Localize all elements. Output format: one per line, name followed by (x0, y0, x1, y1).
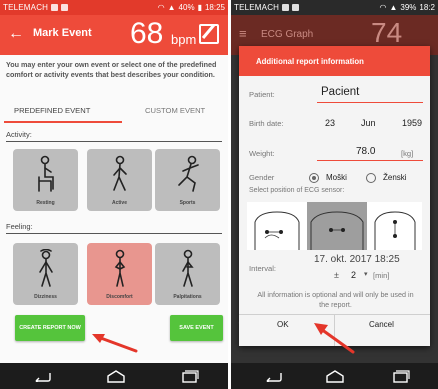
intro-text: You may enter your own event or select o… (6, 60, 217, 79)
tab-predefined-event[interactable]: PREDEFINED EVENT (14, 106, 90, 115)
running-figure-icon (178, 155, 199, 192)
birth-year-field[interactable]: 1959 (402, 118, 422, 128)
sensor-position-option-2[interactable] (307, 202, 367, 250)
page-title: ECG Graph (261, 29, 314, 40)
page-title: Mark Event (33, 27, 92, 39)
palpitations-figure-icon (182, 249, 194, 287)
activity-resting-tile[interactable]: Resting (13, 149, 78, 211)
activity-active-label: Active (111, 200, 127, 206)
nav-recents-icon[interactable] (180, 370, 200, 383)
nav-back-icon[interactable] (264, 370, 284, 382)
sitting-figure-icon (38, 155, 54, 192)
heart-rate-unit: bpm (171, 32, 197, 47)
app-bar: ← Mark Event 68 bpm (0, 15, 228, 55)
media-notification-icon (61, 4, 69, 11)
edit-icon[interactable] (199, 24, 219, 44)
interval-plus-minus: ± (334, 270, 339, 280)
interval-value[interactable]: 2 (351, 270, 356, 280)
dizzy-figure-icon (39, 249, 53, 287)
signal-icon: ▲ (389, 3, 398, 12)
event-tabs: PREDEFINED EVENT CUSTOM EVENT (0, 98, 228, 124)
feeling-dizziness-label: Dizziness (34, 294, 57, 300)
sensor-position-option-3[interactable] (367, 202, 422, 250)
create-report-button[interactable]: CREATE REPORT NOW (15, 315, 85, 341)
carrier-label: TELEMACH (234, 3, 280, 12)
menu-icon[interactable]: ≡ (239, 26, 247, 41)
nav-back-icon[interactable] (33, 370, 53, 382)
report-info-dialog: Additional report information Patient: P… (239, 46, 430, 346)
gender-female-radio[interactable] (366, 173, 376, 183)
optional-info-note: All information is optional and will onl… (257, 290, 414, 309)
cancel-button[interactable]: Cancel (369, 320, 394, 329)
nav-recents-icon[interactable] (391, 370, 411, 383)
navigation-bar (0, 363, 228, 389)
weight-label: Weight: (249, 149, 275, 158)
weight-input[interactable]: 78.0 (356, 146, 375, 157)
birth-date-label: Birth date: (249, 119, 284, 128)
interval-label: Interval: (249, 264, 277, 273)
feeling-divider (6, 233, 222, 234)
patient-underline (317, 102, 423, 103)
interval-dropdown-icon[interactable]: ▾ (364, 270, 368, 278)
heart-rate-value: 68 (130, 17, 164, 50)
heart-rate-value: 74 (371, 17, 403, 48)
mark-event-screen: TELEMACH ◠ ▲ 40% ▮ 18:25 ← Mark Event 68… (0, 0, 228, 389)
activity-divider (6, 141, 222, 142)
birth-day-field[interactable]: 23 (325, 118, 335, 128)
nav-home-icon[interactable] (325, 370, 345, 383)
battery-percent: 40% (178, 3, 195, 12)
gender-male-radio[interactable] (309, 173, 319, 183)
status-bar: TELEMACH ◠ ▲ 40% ▮ 18:25 (0, 0, 228, 15)
dialog-title: Additional report information (239, 46, 430, 76)
active-tab-indicator (4, 121, 122, 123)
activity-sports-tile[interactable]: Sports (155, 149, 220, 211)
feeling-discomfort-label: Discomfort (106, 294, 133, 300)
interval-unit: [min] (373, 271, 390, 280)
nav-home-icon[interactable] (106, 370, 126, 383)
discomfort-figure-icon (114, 249, 126, 287)
feeling-dizziness-tile[interactable]: Dizziness (13, 243, 78, 305)
image-notification-icon (282, 4, 290, 11)
image-notification-icon (51, 4, 59, 11)
wifi-icon: ◠ (157, 3, 165, 12)
activity-active-tile[interactable]: Active (87, 149, 152, 211)
patient-label: Patient: (249, 90, 275, 99)
feeling-palpitations-label: Palpitations (173, 294, 202, 300)
weight-underline (317, 160, 423, 161)
feeling-palpitations-tile[interactable]: Palpitations (155, 243, 220, 305)
ecg-graph-screen: TELEMACH ◠ ▲ 39% 18:2 ≡ ECG Graph 74 012… (231, 0, 438, 389)
status-bar: TELEMACH ◠ ▲ 39% 18:2 (231, 0, 438, 15)
interval-datetime[interactable]: 17. okt. 2017 18:25 (314, 254, 400, 265)
patient-input[interactable]: Pacient (321, 86, 359, 98)
feeling-heading: Feeling: (6, 222, 33, 231)
save-event-button[interactable]: SAVE EVENT (170, 315, 223, 341)
clock: 18:25 (204, 3, 225, 12)
sensor-position-option-1[interactable] (247, 202, 307, 250)
wifi-icon: ◠ (379, 3, 387, 12)
battery-percent: 39% (400, 3, 417, 12)
gender-label: Gender (249, 173, 275, 182)
activity-sports-label: Sports (179, 200, 196, 206)
sensor-prompt: Select position of ECG sensor: (249, 187, 345, 194)
tab-custom-event[interactable]: CUSTOM EVENT (145, 106, 205, 115)
carrier-label: TELEMACH (3, 3, 49, 12)
back-arrow-icon[interactable]: ← (8, 24, 24, 44)
gender-female-label: Ženski (383, 173, 407, 182)
media-notification-icon (292, 4, 300, 11)
birth-month-field[interactable]: Jun (361, 118, 376, 128)
dialog-button-separator (334, 314, 335, 346)
feeling-discomfort-tile[interactable]: Discomfort (87, 243, 152, 305)
activity-heading: Activity: (6, 130, 32, 139)
activity-resting-label: Resting (36, 200, 55, 206)
gender-male-label: Moški (326, 173, 347, 182)
weight-unit: [kg] (401, 149, 414, 158)
annotation-arrow-icon (92, 334, 138, 353)
signal-icon: ▲ (167, 3, 176, 12)
navigation-bar (231, 363, 438, 389)
battery-icon: ▮ (197, 3, 202, 12)
clock: 18:2 (419, 3, 435, 12)
walking-figure-icon (113, 155, 127, 191)
ok-button[interactable]: OK (277, 320, 289, 329)
